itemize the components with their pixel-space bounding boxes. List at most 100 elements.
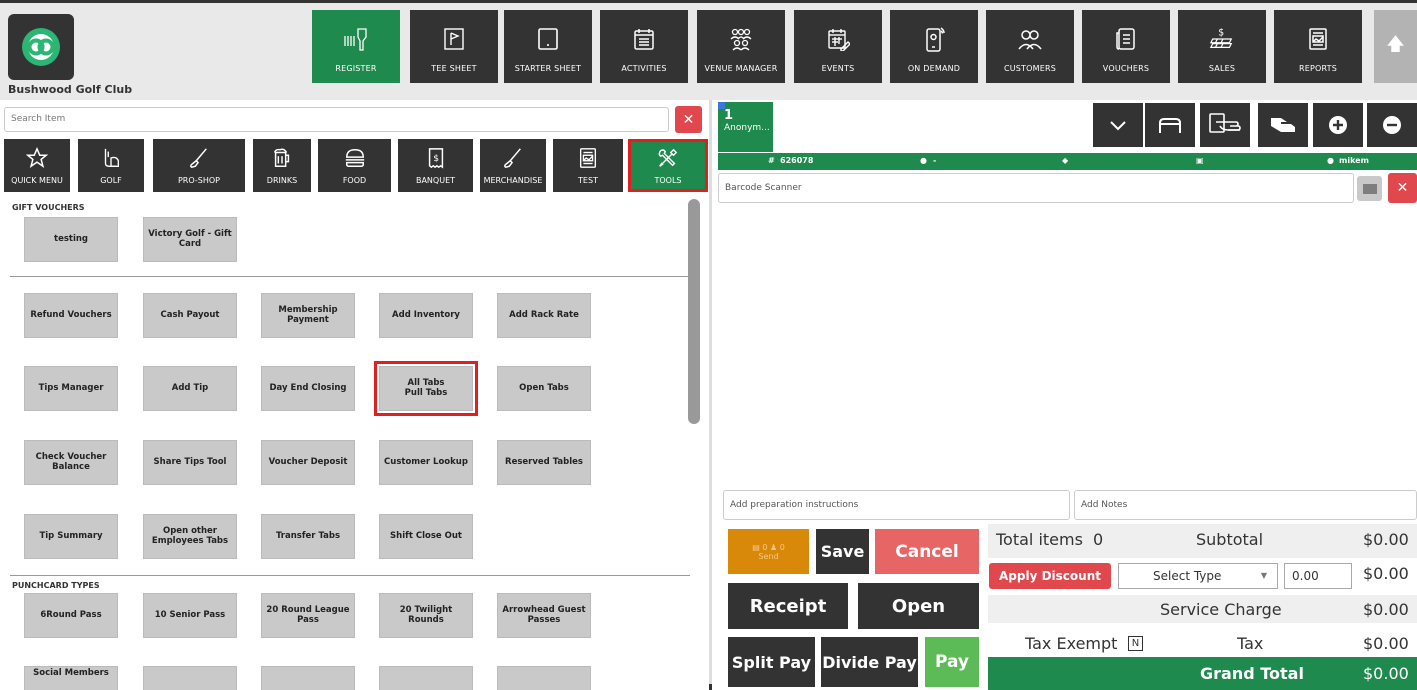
category-tools[interactable]: TOOLS: [628, 139, 708, 192]
send-button[interactable]: ▤ 0 ♟ 0 Send: [728, 529, 809, 574]
cancel-button[interactable]: Cancel: [875, 529, 979, 574]
category-test[interactable]: TEST: [553, 139, 623, 192]
item-button[interactable]: Add Rack Rate: [497, 293, 591, 338]
nav-vouchers[interactable]: VOUCHERS: [1082, 10, 1170, 83]
item-button[interactable]: Transfer Tabs: [261, 514, 355, 559]
preparation-instructions-input[interactable]: Add preparation instructions: [723, 490, 1070, 520]
nav-sales-label: SALES: [1208, 64, 1236, 73]
category-pro-shop[interactable]: PRO-SHOP: [153, 139, 245, 192]
item-button[interactable]: [497, 666, 591, 690]
club-logo[interactable]: [8, 14, 74, 80]
item-button[interactable]: Day End Closing: [261, 366, 355, 411]
item-button[interactable]: Check Voucher Balance: [24, 440, 118, 485]
expand-button[interactable]: [1093, 103, 1143, 147]
pay-button[interactable]: Pay: [925, 637, 979, 687]
item-button[interactable]: [143, 666, 237, 690]
send-seats: 0: [779, 542, 785, 552]
item-button[interactable]: Reserved Tables: [497, 440, 591, 485]
item-button[interactable]: [379, 666, 473, 690]
category-drinks[interactable]: DRINKS: [253, 139, 311, 192]
notes-input[interactable]: Add Notes: [1074, 490, 1417, 520]
item-button[interactable]: Shift Close Out: [379, 514, 473, 559]
tag-icon: ◆: [1062, 156, 1069, 165]
nav-activities[interactable]: ACTIVITIES: [600, 10, 688, 83]
item-button[interactable]: Victory Golf - Gift Card: [143, 217, 237, 262]
item-button[interactable]: 20 Round League Pass: [261, 593, 355, 638]
item-button[interactable]: Arrowhead Guest Passes: [497, 593, 591, 638]
nav-on-demand[interactable]: ON DEMAND: [890, 10, 978, 83]
nav-venue-manager[interactable]: VENUE MANAGER: [697, 10, 785, 83]
item-button[interactable]: Customer Lookup: [379, 440, 473, 485]
nav-sales[interactable]: $ SALES: [1178, 10, 1266, 83]
minus-circle-icon: [1383, 116, 1401, 134]
all-tabs-pull-tabs-button[interactable]: All Tabs Pull Tabs: [374, 361, 478, 416]
remove-button[interactable]: [1367, 103, 1417, 147]
discount-type-select[interactable]: Select Type ▼: [1118, 563, 1278, 589]
category-food[interactable]: FOOD: [318, 139, 391, 192]
search-input[interactable]: Search Item: [4, 107, 669, 132]
search-clear-button[interactable]: ✕: [675, 106, 702, 133]
send-counts: ▤ 0 ♟ 0: [752, 543, 785, 552]
pos-screen: Bushwood Golf Club REGISTER TEE SHEET ST…: [0, 0, 1417, 690]
item-button[interactable]: Refund Vouchers: [24, 293, 118, 338]
item-button[interactable]: Membership Payment: [261, 293, 355, 338]
split-pay-button[interactable]: Split Pay: [728, 637, 815, 687]
transfer-button[interactable]: [1258, 103, 1308, 147]
save-button[interactable]: Save: [816, 529, 869, 574]
section-divider: [10, 575, 690, 576]
nav-starter-sheet[interactable]: STARTER SHEET: [504, 10, 592, 83]
item-button[interactable]: Tip Summary: [24, 514, 118, 559]
item-button[interactable]: 6Round Pass: [24, 593, 118, 638]
receipt-button[interactable]: Receipt: [728, 583, 848, 629]
table-button[interactable]: [1145, 103, 1195, 147]
tax-exempt-toggle[interactable]: N: [1128, 636, 1143, 651]
nav-reports[interactable]: REPORTS: [1274, 10, 1362, 83]
discount-amount-input[interactable]: 0.00: [1284, 563, 1352, 589]
item-button[interactable]: testing: [24, 217, 118, 262]
apply-discount-button[interactable]: Apply Discount: [989, 563, 1111, 589]
item-button[interactable]: Cash Payout: [143, 293, 237, 338]
barcode-clear-button[interactable]: ✕: [1388, 173, 1417, 203]
category-merchandise[interactable]: MERCHANDISE: [480, 139, 546, 192]
item-button[interactable]: Open Tabs: [497, 366, 591, 411]
item-button[interactable]: Share Tips Tool: [143, 440, 237, 485]
tab-customer-name: Anonym...: [724, 123, 770, 133]
item-button[interactable]: 10 Senior Pass: [143, 593, 237, 638]
item-button[interactable]: Voucher Deposit: [261, 440, 355, 485]
category-quick-menu[interactable]: QUICK MENU: [4, 139, 70, 192]
category-banquet[interactable]: $ BANQUET: [398, 139, 473, 192]
open-tab-card[interactable]: 1 Anonym...: [718, 102, 773, 152]
discount-value: $0.00: [1363, 564, 1409, 583]
add-button[interactable]: [1313, 103, 1363, 147]
nav-events[interactable]: EVENTS: [794, 10, 882, 83]
category-label: MERCHANDISE: [483, 176, 543, 185]
barcode-icon: [1363, 183, 1376, 194]
golf-club-icon: [188, 147, 210, 169]
open-button[interactable]: Open: [858, 583, 979, 629]
item-button[interactable]: Add Tip: [143, 366, 237, 411]
category-golf[interactable]: GOLF: [78, 139, 144, 192]
splitter-handle[interactable]: [709, 684, 712, 690]
item-button[interactable]: Social Members: [24, 666, 118, 690]
chevron-down-icon: [1110, 121, 1126, 131]
scroll-up-button[interactable]: 🡅: [1374, 10, 1417, 83]
barcode-scanner-input[interactable]: Barcode Scanner: [718, 173, 1354, 203]
nav-customers[interactable]: CUSTOMERS: [986, 10, 1074, 83]
mobile-icon: [921, 26, 947, 52]
item-button[interactable]: Tips Manager: [24, 366, 118, 411]
hand-transfer-icon: [1271, 118, 1295, 132]
nav-register[interactable]: REGISTER: [312, 10, 400, 83]
divide-pay-button[interactable]: Divide Pay: [821, 637, 918, 687]
item-button[interactable]: Add Inventory: [379, 293, 473, 338]
item-button[interactable]: [261, 666, 355, 690]
nav-tee-sheet[interactable]: TEE SHEET: [410, 10, 498, 83]
panel-splitter[interactable]: [709, 100, 712, 690]
tap-pay-button[interactable]: [1200, 103, 1250, 147]
category-label: PRO-SHOP: [177, 176, 220, 185]
item-button[interactable]: Open other Employees Tabs: [143, 514, 237, 559]
subtotal-value: $0.00: [1363, 530, 1409, 549]
category-label: TEST: [578, 176, 598, 185]
item-button[interactable]: 20 Twilight Rounds: [379, 593, 473, 638]
items-scrollbar[interactable]: [688, 199, 700, 424]
barcode-scan-button[interactable]: [1357, 176, 1382, 201]
